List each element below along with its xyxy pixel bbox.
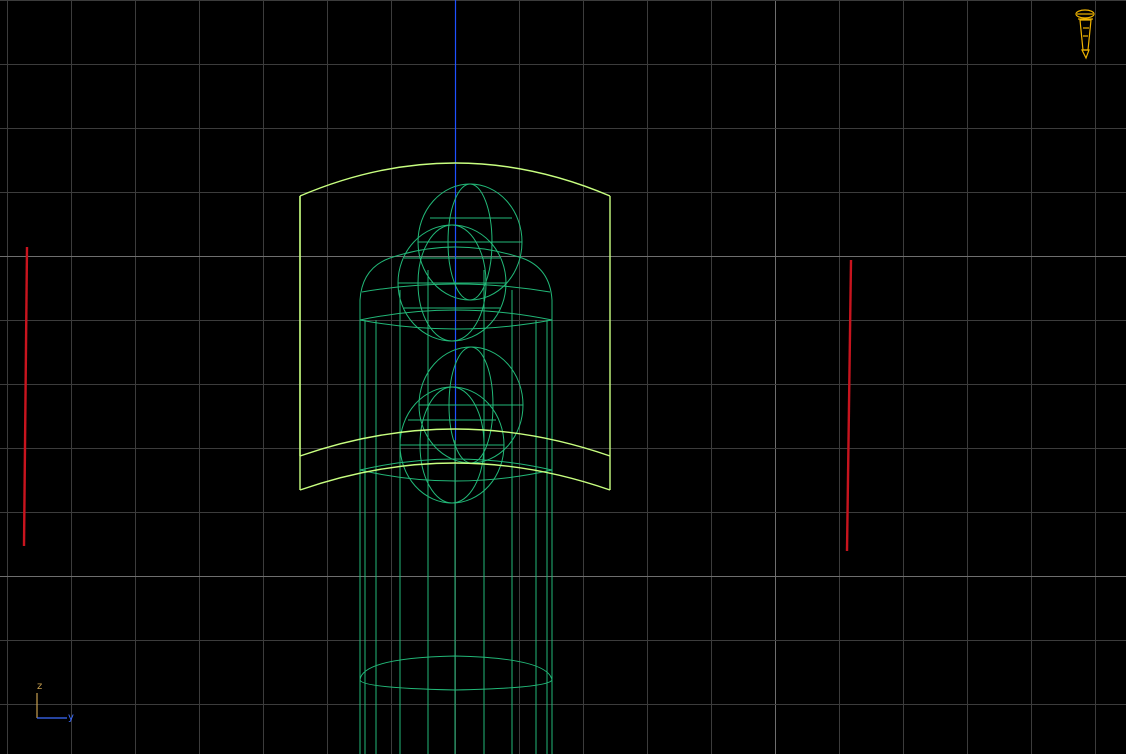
lower-sphere-back[interactable] bbox=[399, 386, 505, 504]
axis-label-y: y bbox=[68, 712, 74, 723]
camera-icon[interactable] bbox=[1075, 9, 1095, 60]
right-wall-plane[interactable] bbox=[845, 259, 853, 552]
sphere-wireframes[interactable] bbox=[397, 183, 524, 504]
left-wall-plane[interactable] bbox=[22, 246, 29, 547]
lower-sphere-front[interactable] bbox=[418, 346, 524, 464]
viewport-canvas[interactable] bbox=[0, 0, 1126, 754]
grid bbox=[0, 0, 1126, 754]
viewport-right[interactable]: z y bbox=[0, 0, 1126, 754]
wall-planes[interactable] bbox=[22, 246, 853, 552]
axis-tripod-icon bbox=[36, 693, 67, 719]
axis-label-z: z bbox=[37, 681, 43, 692]
